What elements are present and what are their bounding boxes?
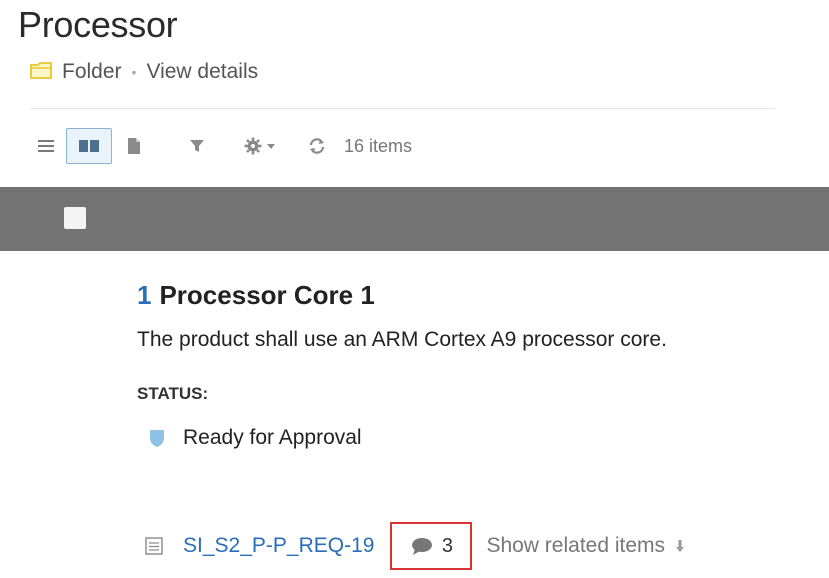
settings-dropdown-button[interactable] bbox=[240, 129, 280, 163]
card-view-button[interactable] bbox=[66, 128, 112, 164]
filter-icon bbox=[190, 140, 204, 152]
header-divider bbox=[30, 108, 775, 109]
view-toolbar: 16 items bbox=[32, 128, 412, 164]
folder-icon bbox=[30, 62, 52, 79]
filter-button[interactable] bbox=[182, 129, 212, 163]
folder-type-label: Folder bbox=[62, 60, 122, 83]
requirement-doc-icon bbox=[145, 537, 163, 555]
separator: • bbox=[131, 64, 137, 80]
requirement-number: 1 bbox=[137, 280, 152, 310]
comments-button[interactable]: 3 bbox=[390, 522, 473, 570]
show-related-items-label: Show related items bbox=[486, 534, 666, 557]
list-view-button[interactable] bbox=[32, 129, 60, 163]
gear-icon bbox=[244, 137, 262, 155]
show-related-items-link[interactable]: Show related items bbox=[486, 534, 685, 558]
document-view-icon bbox=[128, 138, 140, 154]
arrow-down-icon bbox=[676, 540, 685, 552]
status-label: STATUS: bbox=[137, 384, 209, 403]
requirement-card: 1 Processor Core 1 The product shall use … bbox=[137, 280, 667, 449]
requirement-heading[interactable]: 1 Processor Core 1 bbox=[137, 280, 375, 311]
requirement-id-link[interactable]: SI_S2_P-P_REQ-19 bbox=[183, 534, 374, 558]
comment-count: 3 bbox=[441, 534, 453, 557]
view-details-link[interactable]: View details bbox=[146, 60, 258, 84]
folder-subline: Folder • View details bbox=[30, 60, 258, 84]
status-value: Ready for Approval bbox=[183, 426, 362, 449]
status-value-row: Ready for Approval bbox=[149, 426, 362, 450]
refresh-icon bbox=[309, 138, 325, 154]
list-view-icon bbox=[38, 140, 54, 152]
requirement-description: The product shall use an ARM Cortex A9 p… bbox=[137, 328, 667, 351]
item-footer: SI_S2_P-P_REQ-19 3 Show related items bbox=[145, 522, 685, 570]
document-view-button[interactable] bbox=[120, 129, 148, 163]
item-count: 16 items bbox=[344, 135, 413, 156]
selection-header-bar bbox=[0, 187, 829, 251]
chevron-down-icon bbox=[267, 144, 275, 149]
refresh-button[interactable] bbox=[302, 129, 332, 163]
status-shield-icon bbox=[150, 430, 164, 447]
comment-icon bbox=[411, 538, 432, 555]
page-title: Processor bbox=[18, 4, 178, 45]
requirement-title: Processor Core 1 bbox=[159, 280, 375, 310]
select-all-checkbox[interactable] bbox=[64, 207, 86, 229]
card-view-icon bbox=[79, 140, 99, 152]
